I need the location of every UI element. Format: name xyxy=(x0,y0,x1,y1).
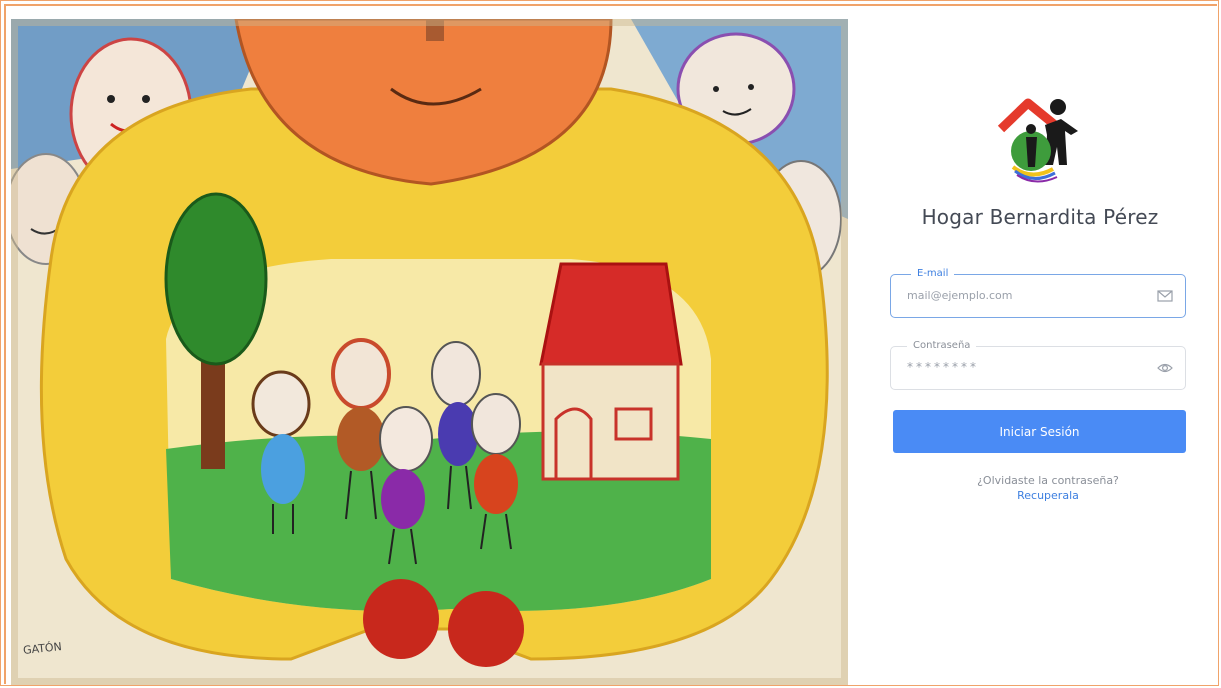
password-field[interactable]: Contraseña ******** xyxy=(890,339,1186,390)
email-placeholder[interactable]: mail@ejemplo.com xyxy=(907,289,1012,302)
password-placeholder[interactable]: ******** xyxy=(907,360,979,374)
password-label: Contraseña xyxy=(907,339,977,353)
email-label: E-mail xyxy=(911,267,955,281)
envelope-icon xyxy=(1157,290,1173,302)
eye-icon[interactable] xyxy=(1157,361,1173,375)
family-house-logo-icon xyxy=(993,95,1083,185)
forgot-password-text: ¿Olvidaste la contraseña? xyxy=(977,474,1119,487)
login-button[interactable]: Iniciar Sesión xyxy=(893,410,1186,453)
organization-title: Hogar Bernardita Pérez xyxy=(921,205,1159,229)
forgot-password-section: ¿Olvidaste la contraseña? Recuperala xyxy=(880,473,1216,503)
email-field[interactable]: E-mail mail@ejemplo.com xyxy=(890,267,1186,318)
drawing-canvas xyxy=(11,19,848,685)
child-drawing-illustration: GATÓN xyxy=(11,19,848,685)
recover-password-link[interactable]: Recuperala xyxy=(880,488,1216,503)
